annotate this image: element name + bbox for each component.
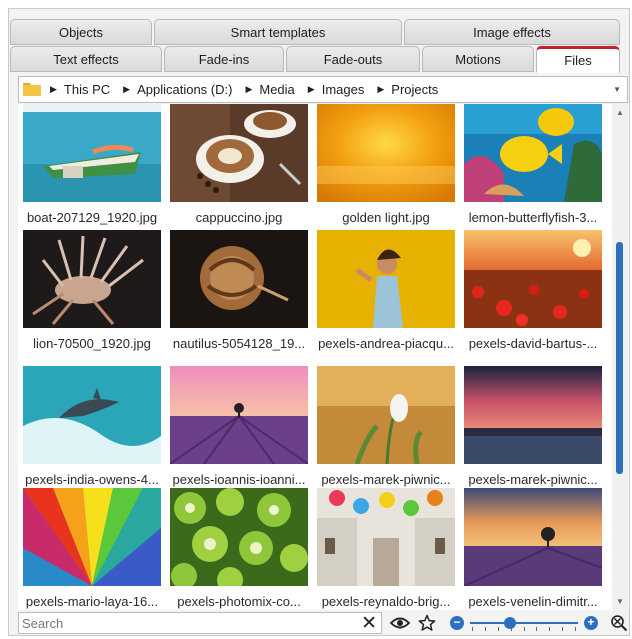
file-thumbnail[interactable] <box>317 230 455 328</box>
file-name: pexels-marek-piwnic... <box>468 472 598 487</box>
zoom-out-icon[interactable]: − <box>450 616 464 630</box>
clear-x-icon[interactable]: ✕ <box>361 614 377 633</box>
file-name: pexels-photomix-co... <box>177 594 301 609</box>
file-thumbnail[interactable] <box>170 230 308 328</box>
file-name: pexels-venelin-dimitr... <box>468 594 598 609</box>
tab-fade-outs[interactable]: Fade-outs <box>286 46 420 72</box>
vertical-scrollbar[interactable]: ▲ ▼ <box>612 104 628 610</box>
tab-motions[interactable]: Motions <box>422 46 534 72</box>
zoom-control: − + <box>450 614 628 632</box>
star-icon[interactable] <box>418 614 436 632</box>
file-tile[interactable]: golden light.jpg <box>312 104 460 225</box>
file-grid: boat-207129_1920.jpg cappuccino.jpg golden… <box>18 104 612 610</box>
chevron-right-icon: ▶ <box>123 84 131 94</box>
file-name: pexels-india-owens-4... <box>25 472 159 487</box>
file-name: pexels-andrea-piacqu... <box>318 336 454 351</box>
breadcrumb: ▶ This PC ▶ Applications (D:) ▶ Media ▶ Imag… <box>18 76 628 103</box>
breadcrumb-item[interactable]: ▶ Projects <box>374 82 448 97</box>
breadcrumb-item[interactable]: ▶ Media <box>242 82 304 97</box>
chevron-right-icon: ▶ <box>245 84 253 94</box>
file-name: pexels-marek-piwnic... <box>321 472 451 487</box>
file-name: golden light.jpg <box>342 210 430 225</box>
chevron-down-icon[interactable]: ▼ <box>613 85 621 94</box>
zoom-in-icon[interactable]: + <box>584 616 598 630</box>
tab-fade-ins[interactable]: Fade-ins <box>164 46 284 72</box>
file-tile[interactable]: pexels-andrea-piacqu... <box>312 230 460 351</box>
file-name: pexels-david-bartus-... <box>468 336 598 351</box>
file-thumbnail[interactable] <box>170 488 308 586</box>
file-thumbnail[interactable] <box>170 366 308 464</box>
file-thumbnail[interactable] <box>317 366 455 464</box>
breadcrumb-item[interactable]: ▶ Applications (D:) <box>120 82 242 97</box>
tab-smart-templates[interactable]: Smart templates <box>154 19 402 45</box>
file-tile[interactable]: pexels-reynaldo-brig... <box>312 488 460 609</box>
file-thumbnail[interactable] <box>464 230 602 328</box>
file-thumbnail[interactable] <box>170 104 308 202</box>
file-name: pexels-mario-laya-16... <box>25 594 159 609</box>
file-tile[interactable]: pexels-photomix-co... <box>165 488 313 609</box>
tab-files[interactable]: Files <box>536 46 620 73</box>
tab-row-top: Objects Smart templates Image effects <box>10 19 622 45</box>
file-name: cappuccino.jpg <box>195 210 283 225</box>
file-name: nautilus-5054128_19... <box>172 336 306 351</box>
scrollbar-thumb[interactable] <box>616 242 623 474</box>
file-tile[interactable]: pexels-marek-piwnic... <box>459 366 607 487</box>
file-thumbnail[interactable] <box>464 366 602 464</box>
chevron-right-icon: ▶ <box>307 84 315 94</box>
file-tile[interactable]: nautilus-5054128_19... <box>165 230 313 351</box>
file-thumbnail[interactable] <box>23 488 161 586</box>
scroll-down-icon[interactable]: ▼ <box>616 597 624 606</box>
file-thumbnail[interactable] <box>317 104 455 202</box>
eye-icon[interactable] <box>390 616 410 630</box>
file-name: pexels-ioannis-ioanni... <box>172 472 306 487</box>
breadcrumb-item[interactable]: ▶ Images <box>305 82 375 97</box>
file-tile[interactable]: pexels-india-owens-4... <box>18 366 166 487</box>
tab-row-bottom: Text effects Fade-ins Fade-outs Motions … <box>10 46 622 73</box>
search-box: ✕ <box>18 612 382 634</box>
file-name: boat-207129_1920.jpg <box>26 210 158 225</box>
file-thumbnail[interactable] <box>23 104 161 202</box>
file-name: pexels-reynaldo-brig... <box>321 594 451 609</box>
file-tile[interactable]: boat-207129_1920.jpg <box>18 104 166 225</box>
zoom-slider[interactable] <box>470 616 578 631</box>
file-thumbnail[interactable] <box>23 366 161 464</box>
chevron-right-icon: ▶ <box>377 84 385 94</box>
file-tile[interactable]: pexels-david-bartus-... <box>459 230 607 351</box>
file-thumbnail[interactable] <box>317 488 455 586</box>
folder-icon[interactable] <box>23 83 41 96</box>
file-tile[interactable]: pexels-marek-piwnic... <box>312 366 460 487</box>
file-tile[interactable]: lemon-butterflyfish-3... <box>459 104 607 225</box>
file-tile[interactable]: pexels-venelin-dimitr... <box>459 488 607 609</box>
file-thumbnail[interactable] <box>464 104 602 202</box>
file-tile[interactable]: lion-70500_1920.jpg <box>18 230 166 351</box>
tab-image-effects[interactable]: Image effects <box>404 19 620 45</box>
file-name: lemon-butterflyfish-3... <box>468 210 598 225</box>
tab-text-effects[interactable]: Text effects <box>10 46 162 72</box>
zoom-fit-icon[interactable] <box>610 614 628 632</box>
file-thumbnail[interactable] <box>23 230 161 328</box>
tab-objects[interactable]: Objects <box>10 19 152 45</box>
bottom-toolbar: ✕ − + <box>18 611 628 635</box>
file-tile[interactable]: cappuccino.jpg <box>165 104 313 225</box>
file-tile[interactable]: pexels-ioannis-ioanni... <box>165 366 313 487</box>
file-thumbnail[interactable] <box>464 488 602 586</box>
breadcrumb-item[interactable]: ▶ This PC <box>47 82 120 97</box>
file-tile[interactable]: pexels-mario-laya-16... <box>18 488 166 609</box>
scroll-up-icon[interactable]: ▲ <box>616 108 624 117</box>
file-name: lion-70500_1920.jpg <box>33 336 151 351</box>
chevron-right-icon: ▶ <box>50 84 57 94</box>
search-input[interactable] <box>22 615 372 631</box>
